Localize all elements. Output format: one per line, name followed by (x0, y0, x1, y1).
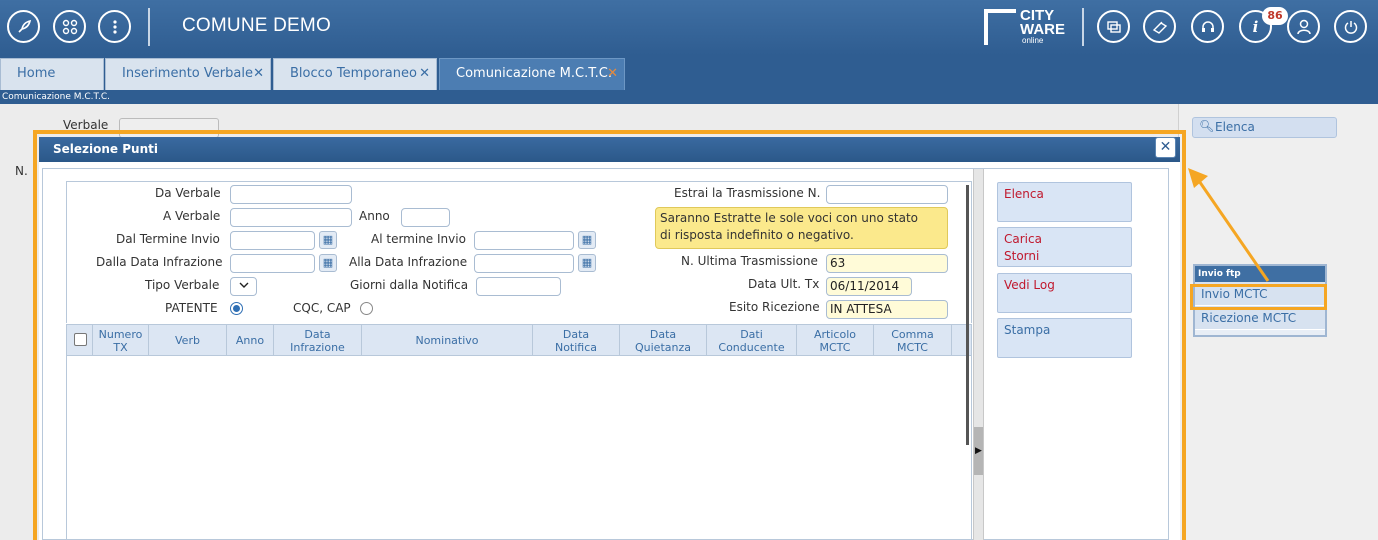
anno-label: Anno (359, 209, 390, 223)
a-verbale-label: A Verbale (163, 209, 221, 223)
calendar-icon[interactable]: ▦ (578, 231, 596, 249)
dal-termine-invio-input[interactable] (230, 231, 315, 250)
search-icon: 🔍︎ (1199, 119, 1215, 133)
logo-text-2: WARE (1020, 21, 1065, 38)
calendar-icon[interactable]: ▦ (319, 254, 337, 272)
more-vertical-icon[interactable] (98, 10, 131, 43)
dalla-data-infrazione-label: Dalla Data Infrazione (96, 255, 223, 269)
collapse-arrow-icon[interactable]: ▶ (974, 427, 983, 475)
chevron-down-icon (239, 282, 248, 288)
data-ult-tx-label: Data Ult. Tx (748, 277, 820, 291)
elenca-action-button[interactable]: Elenca (997, 182, 1132, 222)
n-label: N. (15, 164, 28, 178)
header-divider-2 (1082, 8, 1084, 46)
tab-inserimento-verbale[interactable]: Inserimento Verbale ✕ (105, 58, 271, 90)
stampa-button[interactable]: Stampa (997, 318, 1132, 358)
select-all-cell (67, 325, 93, 356)
logo-text-3: online (1022, 36, 1044, 45)
elenca-button[interactable]: 🔍︎ Elenca (1192, 117, 1337, 138)
col-comma-mctc[interactable]: Comma MCTC (874, 325, 952, 356)
info-note-line: Saranno Estratte le sole voci con uno st… (660, 211, 918, 225)
ultima-trasmissione-label: N. Ultima Trasmissione (681, 254, 818, 268)
col-articolo-mctc[interactable]: Articolo MCTC (797, 325, 874, 356)
da-verbale-input[interactable] (230, 185, 352, 204)
tab-label: Home (17, 66, 56, 81)
giorni-notifica-label: Giorni dalla Notifica (350, 278, 469, 292)
al-termine-invio-input[interactable] (474, 231, 574, 250)
filter-form: Da Verbale Estrai la Trasmissione N. A V… (66, 181, 972, 323)
col-data-quietanza[interactable]: Data Quietanza (620, 325, 707, 356)
selezione-punti-dialog: Selezione Punti ✕ Da Verbale Estrai la T… (39, 137, 1180, 540)
windows-icon[interactable] (1097, 10, 1130, 43)
books-icon[interactable] (1143, 10, 1176, 43)
carica-storni-button[interactable]: Carica Storni (997, 227, 1132, 267)
results-grid: Numero TX Verb Anno Data Infrazione Nomi… (66, 324, 972, 540)
notification-badge: 86 (1262, 7, 1288, 25)
close-tab-icon[interactable]: ✕ (253, 59, 264, 89)
alla-data-infrazione-label: Alla Data Infrazione (349, 255, 468, 269)
headset-icon[interactable] (1191, 10, 1224, 43)
estrai-label: Estrai la Trasmissione N. (674, 186, 821, 200)
app-title: COMUNE DEMO (182, 15, 331, 36)
close-tab-icon[interactable]: ✕ (419, 59, 430, 89)
cqc-cap-label: CQC, CAP (293, 301, 351, 315)
anno-input[interactable] (401, 208, 450, 227)
al-termine-invio-label: Al termine Invio (371, 232, 466, 246)
patente-radio[interactable] (230, 302, 243, 315)
tipo-verbale-select[interactable] (230, 277, 257, 296)
dialog-title: Selezione Punti (39, 137, 1180, 162)
da-verbale-label: Da Verbale (155, 186, 221, 200)
tab-label: Blocco Temporaneo (290, 66, 417, 81)
tab-home[interactable]: Home (0, 58, 104, 90)
close-tab-icon[interactable]: ✕ (607, 59, 618, 89)
giorni-notifica-input[interactable] (476, 277, 561, 296)
header-divider (148, 8, 150, 46)
panel-splitter[interactable]: ▶ (973, 169, 984, 540)
rocket-icon[interactable] (7, 10, 40, 43)
dal-termine-invio-label: Dal Termine Invio (116, 232, 220, 246)
cityware-logo: CITY WARE online (984, 6, 1074, 48)
col-numero-tx[interactable]: Numero TX (93, 325, 149, 356)
tab-bar: Home Inserimento Verbale ✕ Blocco Tempora… (0, 55, 1378, 90)
info-note: Saranno Estratte le sole voci con uno st… (655, 207, 948, 249)
select-all-checkbox[interactable] (74, 333, 87, 346)
user-icon[interactable] (1287, 10, 1320, 43)
dialog-body: Da Verbale Estrai la Trasmissione N. A V… (42, 168, 1169, 540)
grid-header: Numero TX Verb Anno Data Infrazione Nomi… (67, 325, 971, 356)
apps-grid-icon[interactable] (53, 10, 86, 43)
data-ult-tx-field[interactable]: 06/11/2014 (826, 277, 912, 296)
annotation-arrow-icon (1188, 168, 1270, 282)
dalla-data-infrazione-input[interactable] (230, 254, 315, 273)
form-scrollbar[interactable] (966, 185, 969, 445)
tab-blocco-temporaneo[interactable]: Blocco Temporaneo ✕ (273, 58, 437, 90)
col-data-infrazione[interactable]: Data Infrazione (274, 325, 362, 356)
calendar-icon[interactable]: ▦ (319, 231, 337, 249)
info-note-line: di risposta indefinito o negativo. (660, 228, 854, 242)
ultima-trasmissione-field[interactable]: 63 (826, 254, 948, 273)
elenca-label: Elenca (1215, 120, 1255, 134)
calendar-icon[interactable]: ▦ (578, 254, 596, 272)
tab-label: Inserimento Verbale (122, 66, 253, 81)
tab-label: Comunicazione M.C.T.C. (456, 66, 612, 81)
tipo-verbale-label: Tipo Verbale (145, 278, 220, 292)
vedi-log-button[interactable]: Vedi Log (997, 273, 1132, 313)
top-header: COMUNE DEMO CITY WARE online i 86 (0, 0, 1378, 55)
col-data-notifica[interactable]: Data Notifica (533, 325, 620, 356)
col-nominativo[interactable]: Nominativo (362, 325, 533, 356)
logo-mark (984, 9, 1016, 45)
a-verbale-input[interactable] (230, 208, 352, 227)
col-anno[interactable]: Anno (227, 325, 274, 356)
esito-ricezione-field[interactable]: IN ATTESA (826, 300, 948, 319)
cqc-cap-radio[interactable] (360, 302, 373, 315)
power-icon[interactable] (1334, 10, 1367, 43)
tab-comunicazione-mctc[interactable]: Comunicazione M.C.T.C. ✕ (439, 58, 625, 90)
esito-ricezione-label: Esito Ricezione (729, 300, 820, 314)
alla-data-infrazione-input[interactable] (474, 254, 574, 273)
col-dati-conducente[interactable]: Dati Conducente (707, 325, 797, 356)
col-verb[interactable]: Verb (149, 325, 227, 356)
patente-label: PATENTE (165, 301, 218, 315)
close-icon[interactable]: ✕ (1155, 137, 1176, 158)
breadcrumb: Comunicazione M.C.T.C. (0, 90, 1378, 104)
estrai-input[interactable] (826, 185, 948, 204)
